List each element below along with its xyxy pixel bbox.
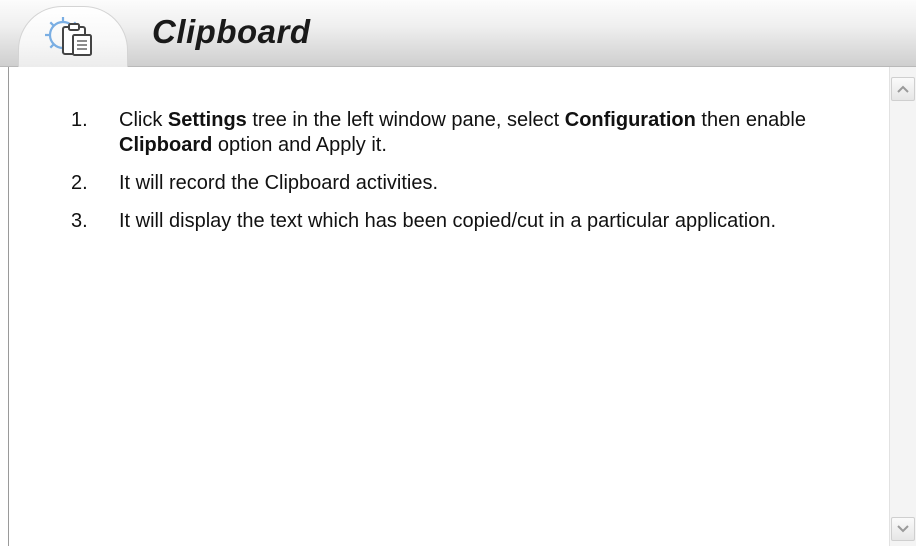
list-item: 2. It will record the Clipboard activiti… (9, 171, 869, 196)
scroll-up-button[interactable] (891, 77, 915, 101)
page-title: Clipboard (152, 13, 311, 50)
step-text-part: tree in the left window pane, select (246, 109, 565, 131)
step-text-bold: Settings (167, 109, 247, 131)
list-item: 1. Click Settings tree in the left windo… (9, 108, 869, 158)
step-number: 3. (71, 210, 88, 232)
list-item: 3. It will display the text which has be… (9, 209, 869, 234)
step-text-part: option and Apply it. (212, 134, 387, 156)
step-text-bold: Configuration (564, 109, 696, 131)
step-text: It will display the text which has been … (119, 210, 777, 232)
steps-list: 1. Click Settings tree in the left windo… (9, 108, 869, 247)
header-bar: Clipboard (0, 0, 916, 67)
step-text: Click Settings tree in the left window p… (119, 109, 806, 156)
chevron-down-icon (897, 525, 909, 533)
settings-clipboard-icon (45, 17, 92, 56)
step-text-part: then enable (695, 109, 806, 131)
step-number: 1. (71, 109, 88, 131)
step-text-part: Click (119, 109, 168, 131)
content-pane: 1. Click Settings tree in the left windo… (8, 67, 889, 546)
step-text: It will record the Clipboard activities. (119, 172, 439, 194)
vertical-scrollbar[interactable] (889, 67, 916, 546)
chevron-up-icon (897, 85, 909, 93)
scroll-down-button[interactable] (891, 517, 915, 541)
icon-tab (18, 6, 128, 67)
step-number: 2. (71, 172, 88, 194)
help-window: Clipboard 1. Click Settings tree in the … (0, 0, 916, 546)
step-text-bold: Clipboard (119, 134, 213, 156)
